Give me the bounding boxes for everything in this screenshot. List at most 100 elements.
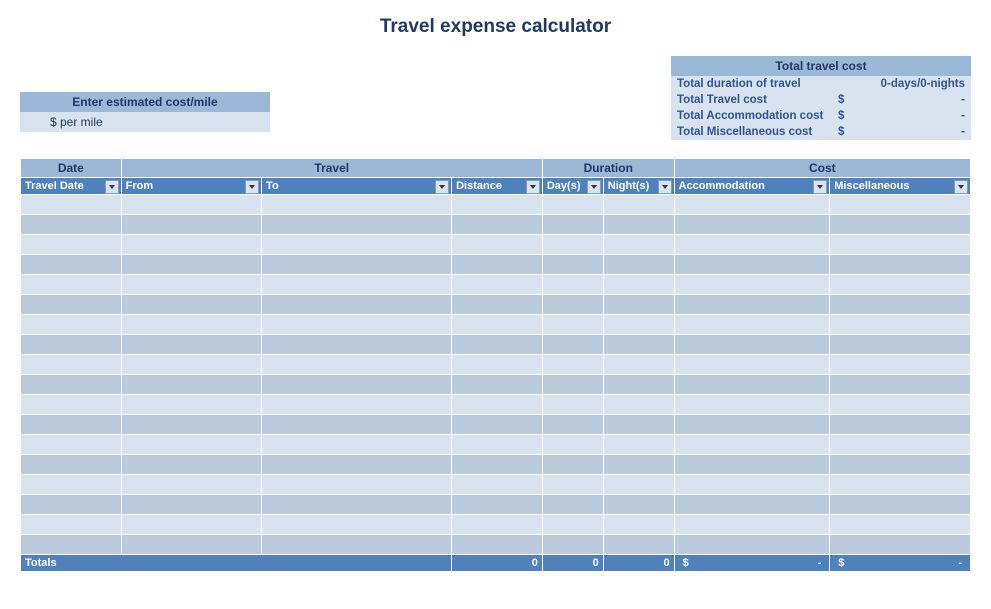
cell-nights[interactable] [604, 195, 674, 214]
cell-nights[interactable] [604, 255, 674, 274]
cell-misc[interactable] [830, 375, 970, 394]
table-row[interactable] [21, 255, 970, 274]
cell-to[interactable] [262, 535, 451, 554]
cell-travel_date[interactable] [21, 375, 121, 394]
cell-misc[interactable] [830, 515, 970, 534]
cell-distance[interactable] [452, 495, 542, 514]
cell-from[interactable] [122, 315, 261, 334]
cell-from[interactable] [122, 435, 261, 454]
cell-nights[interactable] [604, 435, 674, 454]
cell-nights[interactable] [604, 455, 674, 474]
cell-travel_date[interactable] [21, 275, 121, 294]
cell-misc[interactable] [830, 355, 970, 374]
cell-nights[interactable] [604, 275, 674, 294]
cell-to[interactable] [262, 275, 451, 294]
cell-accommodation[interactable] [675, 455, 830, 474]
cell-to[interactable] [262, 235, 451, 254]
cell-travel_date[interactable] [21, 455, 121, 474]
col-nights[interactable]: Night(s) [604, 178, 674, 194]
cell-nights[interactable] [604, 355, 674, 374]
cell-nights[interactable] [604, 495, 674, 514]
cell-distance[interactable] [452, 335, 542, 354]
cell-from[interactable] [122, 355, 261, 374]
cell-distance[interactable] [452, 475, 542, 494]
table-row[interactable] [21, 315, 970, 334]
cell-distance[interactable] [452, 435, 542, 454]
cell-misc[interactable] [830, 275, 970, 294]
table-row[interactable] [21, 495, 970, 514]
cell-from[interactable] [122, 455, 261, 474]
table-row[interactable] [21, 295, 970, 314]
cell-nights[interactable] [604, 335, 674, 354]
table-row[interactable] [21, 275, 970, 294]
cell-misc[interactable] [830, 435, 970, 454]
cell-accommodation[interactable] [675, 355, 830, 374]
cell-days[interactable] [543, 315, 603, 334]
filter-dropdown-icon[interactable] [954, 180, 968, 194]
cell-travel_date[interactable] [21, 515, 121, 534]
cell-misc[interactable] [830, 295, 970, 314]
cell-distance[interactable] [452, 515, 542, 534]
cell-from[interactable] [122, 235, 261, 254]
cell-distance[interactable] [452, 295, 542, 314]
cell-distance[interactable] [452, 535, 542, 554]
cell-distance[interactable] [452, 275, 542, 294]
cell-days[interactable] [543, 335, 603, 354]
cell-distance[interactable] [452, 375, 542, 394]
cell-days[interactable] [543, 395, 603, 414]
cell-accommodation[interactable] [675, 495, 830, 514]
cell-distance[interactable] [452, 455, 542, 474]
cell-travel_date[interactable] [21, 255, 121, 274]
table-row[interactable] [21, 515, 970, 534]
cell-days[interactable] [543, 375, 603, 394]
cell-to[interactable] [262, 495, 451, 514]
cell-from[interactable] [122, 535, 261, 554]
cell-accommodation[interactable] [675, 535, 830, 554]
cell-from[interactable] [122, 195, 261, 214]
cell-from[interactable] [122, 275, 261, 294]
col-to[interactable]: To [262, 178, 451, 194]
cell-days[interactable] [543, 275, 603, 294]
cell-to[interactable] [262, 435, 451, 454]
cell-to[interactable] [262, 255, 451, 274]
col-distance[interactable]: Distance [452, 178, 542, 194]
cell-travel_date[interactable] [21, 475, 121, 494]
filter-dropdown-icon[interactable] [105, 180, 119, 194]
cell-travel_date[interactable] [21, 315, 121, 334]
table-row[interactable] [21, 335, 970, 354]
cell-nights[interactable] [604, 475, 674, 494]
cell-distance[interactable] [452, 415, 542, 434]
cell-nights[interactable] [604, 515, 674, 534]
cell-to[interactable] [262, 395, 451, 414]
cell-to[interactable] [262, 295, 451, 314]
cell-distance[interactable] [452, 195, 542, 214]
cell-from[interactable] [122, 395, 261, 414]
cell-accommodation[interactable] [675, 275, 830, 294]
cell-to[interactable] [262, 355, 451, 374]
cell-misc[interactable] [830, 415, 970, 434]
cell-days[interactable] [543, 535, 603, 554]
cell-travel_date[interactable] [21, 495, 121, 514]
cell-misc[interactable] [830, 495, 970, 514]
table-row[interactable] [21, 435, 970, 454]
cell-distance[interactable] [452, 355, 542, 374]
table-row[interactable] [21, 475, 970, 494]
cell-accommodation[interactable] [675, 195, 830, 214]
cell-misc[interactable] [830, 455, 970, 474]
cell-travel_date[interactable] [21, 415, 121, 434]
table-row[interactable] [21, 455, 970, 474]
cell-distance[interactable] [452, 395, 542, 414]
cell-from[interactable] [122, 375, 261, 394]
cell-nights[interactable] [604, 215, 674, 234]
cell-travel_date[interactable] [21, 295, 121, 314]
table-row[interactable] [21, 375, 970, 394]
cell-accommodation[interactable] [675, 215, 830, 234]
cell-accommodation[interactable] [675, 475, 830, 494]
cell-distance[interactable] [452, 315, 542, 334]
table-row[interactable] [21, 535, 970, 554]
cell-travel_date[interactable] [21, 395, 121, 414]
cell-misc[interactable] [830, 475, 970, 494]
cell-misc[interactable] [830, 235, 970, 254]
table-row[interactable] [21, 195, 970, 214]
cell-nights[interactable] [604, 375, 674, 394]
